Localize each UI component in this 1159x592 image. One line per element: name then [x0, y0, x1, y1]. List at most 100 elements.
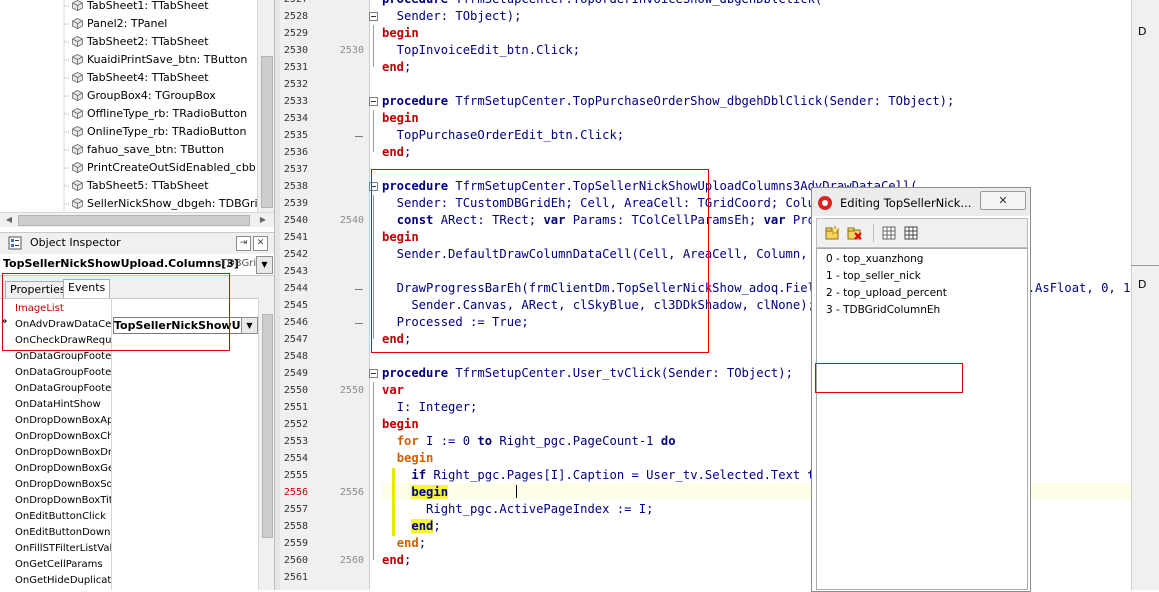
event-name: OnFillSTFilterListValues [15, 543, 111, 554]
code-line[interactable]: begin [382, 110, 419, 127]
app-icon [818, 196, 832, 210]
code-line[interactable]: I: Integer; [382, 399, 478, 416]
tree-item-label: OnlineType_rb: TRadioButton [87, 125, 247, 138]
event-row[interactable]: OnEditButtonDown [0, 525, 258, 541]
delete-icon[interactable] [846, 225, 862, 241]
component-icon [72, 198, 83, 209]
fold-toggle-icon[interactable] [369, 369, 378, 378]
structure-tree[interactable]: TabSheet1: TTabSheet Panel2: TPanel TabShe… [0, 0, 274, 212]
event-row[interactable]: OnDropDownBoxDrawColumnCell [0, 445, 258, 461]
event-row[interactable]: OnDropDownBoxSortMarkingChanged [0, 477, 258, 493]
scroll-thumb[interactable] [261, 56, 273, 208]
fold-toggle-icon[interactable] [369, 12, 378, 21]
code-line[interactable]: procedure TfrmSetupCenter.TopOrderInvoic… [382, 0, 822, 8]
line-number: 2529 [283, 28, 308, 39]
code-line[interactable]: var [382, 382, 404, 399]
tree-item[interactable]: Panel2: TPanel [72, 15, 167, 33]
tree-item[interactable]: KuaidiPrintSave_btn: TButton [72, 51, 247, 69]
code-line[interactable]: TopInvoiceEdit_btn.Click; [382, 42, 580, 59]
line-number-marker [318, 433, 364, 450]
event-row[interactable]: OnGetHideDuplicates [0, 573, 258, 589]
code-line[interactable]: begin [382, 25, 419, 42]
collection-item[interactable]: 0 - top_xuanzhong [826, 251, 923, 268]
event-row[interactable]: OnDataGroupFooterClick [0, 381, 258, 397]
fold-toggle-icon[interactable] [369, 97, 378, 106]
code-line[interactable]: end; [382, 518, 441, 535]
event-row[interactable]: OnDropDownBoxApplyTextFilter [0, 413, 258, 429]
code-line[interactable]: end; [382, 144, 411, 161]
events-vertical-scrollbar[interactable] [258, 298, 275, 590]
event-name: OnDropDownBoxCheckButton [15, 431, 111, 442]
code-line[interactable]: TopPurchaseOrderEdit_btn.Click; [382, 127, 624, 144]
annotation-highlight-box [371, 169, 709, 353]
line-number: 2535 [283, 130, 308, 141]
chevron-down-icon[interactable]: ▼ [241, 317, 258, 334]
code-line[interactable]: Sender: TObject); [382, 8, 522, 25]
event-name: OnDataGroupFooterCellDrawText [15, 367, 111, 378]
close-button[interactable]: ✕ [980, 191, 1026, 210]
code-line[interactable]: end; [382, 59, 411, 76]
modified-line-marker [355, 136, 363, 137]
line-number-marker: 2560 [339, 555, 364, 566]
tree-item[interactable]: OfflineType_rb: TRadioButton [72, 105, 247, 123]
event-row[interactable]: OnDataGroupFooterAggregateValue [0, 349, 258, 365]
tree-horizontal-scrollbar[interactable]: ◀ ▶ [0, 212, 274, 227]
collection-item[interactable]: 2 - top_upload_percent [826, 285, 947, 302]
event-row[interactable]: OnDataGroupFooterCellDrawText [0, 365, 258, 381]
scroll-thumb[interactable] [262, 314, 273, 538]
scroll-left-icon[interactable]: ◀ [2, 213, 16, 226]
collection-item[interactable]: 3 - TDBGridColumnEh [826, 302, 940, 319]
tree-item[interactable]: TabSheet2: TTabSheet [72, 33, 209, 51]
dialog-titlebar[interactable]: Editing TopSellerNick... ✕ [812, 188, 1030, 216]
divider [1131, 265, 1159, 266]
code-line[interactable]: procedure TfrmSetupCenter.User_tvClick(S… [382, 365, 793, 382]
tree-item[interactable]: SellerNickShow_dbgeh: TDBGridEh [72, 195, 274, 212]
line-number: 2550 [283, 385, 308, 396]
scroll-right-icon[interactable]: ▶ [256, 213, 270, 226]
add-all-fields-icon[interactable] [881, 225, 897, 241]
close-icon[interactable]: ✕ [253, 236, 268, 251]
code-line[interactable]: end; [382, 535, 426, 552]
event-row[interactable]: OnGetCellParams [0, 557, 258, 573]
tree-vertical-scrollbar[interactable] [257, 0, 274, 212]
event-row[interactable]: OnEditButtonClick [0, 509, 258, 525]
add-new-icon[interactable] [824, 225, 840, 241]
event-row[interactable]: OnDropDownBoxCheckButton [0, 429, 258, 445]
code-line[interactable]: for I := 0 to Right_pgc.PageCount-1 do [382, 433, 676, 450]
line-number-marker [318, 263, 364, 280]
tree-item[interactable]: TabSheet5: TTabSheet [72, 177, 209, 195]
chevron-down-icon[interactable]: ▼ [256, 256, 273, 274]
code-line[interactable]: begin [382, 416, 419, 433]
tree-item[interactable]: TabSheet4: TTabSheet [72, 69, 209, 87]
tree-item-label: GroupBox4: TGroupBox [87, 89, 216, 102]
event-row[interactable]: OnDataHintShow [0, 397, 258, 413]
pin-icon[interactable]: ⇥ [236, 236, 251, 251]
collection-items-list[interactable]: 0 - top_xuanzhong 1 - top_seller_nick 2 - … [815, 248, 1028, 590]
tree-item[interactable]: PrintCreateOutSidEnabled_cbb: TC [72, 159, 274, 177]
event-row[interactable]: OnFillSTFilterListValues [0, 541, 258, 557]
tree-item[interactable]: OnlineType_rb: TRadioButton [72, 123, 246, 141]
toolbar-separator [873, 224, 874, 242]
grid-icon[interactable] [903, 225, 919, 241]
line-number: 2532 [283, 79, 308, 90]
line-number: 2552 [283, 419, 308, 430]
code-line[interactable]: procedure TfrmSetupCenter.TopPurchaseOrd… [382, 93, 954, 110]
code-line[interactable]: begin [382, 484, 449, 501]
code-line[interactable]: if Right_pgc.Pages[I].Caption = User_tv.… [382, 467, 837, 484]
tree-item-label: PrintCreateOutSidEnabled_cbb: TC [87, 161, 274, 174]
text-caret [516, 485, 517, 498]
component-icon [72, 72, 83, 83]
scroll-thumb[interactable] [18, 215, 250, 226]
tree-item[interactable]: GroupBox4: TGroupBox [72, 87, 216, 105]
tree-item[interactable]: TabSheet1: TTabSheet [72, 0, 209, 15]
tree-item[interactable]: fahuo_save_btn: TButton [72, 141, 224, 159]
code-line[interactable]: Right_pgc.ActivePageIndex := I; [382, 501, 653, 518]
object-inspector-title: Object Inspector [30, 236, 121, 249]
collection-item[interactable]: 1 - top_seller_nick [826, 268, 921, 285]
fold-guide-line [373, 382, 374, 560]
event-row[interactable]: OnDropDownBoxTitleBtnClick [0, 493, 258, 509]
code-line[interactable]: end; [382, 552, 411, 569]
event-row[interactable]: OnDropDownBoxGetCellParams [0, 461, 258, 477]
line-number-marker [318, 297, 364, 314]
code-line[interactable]: begin [382, 450, 434, 467]
